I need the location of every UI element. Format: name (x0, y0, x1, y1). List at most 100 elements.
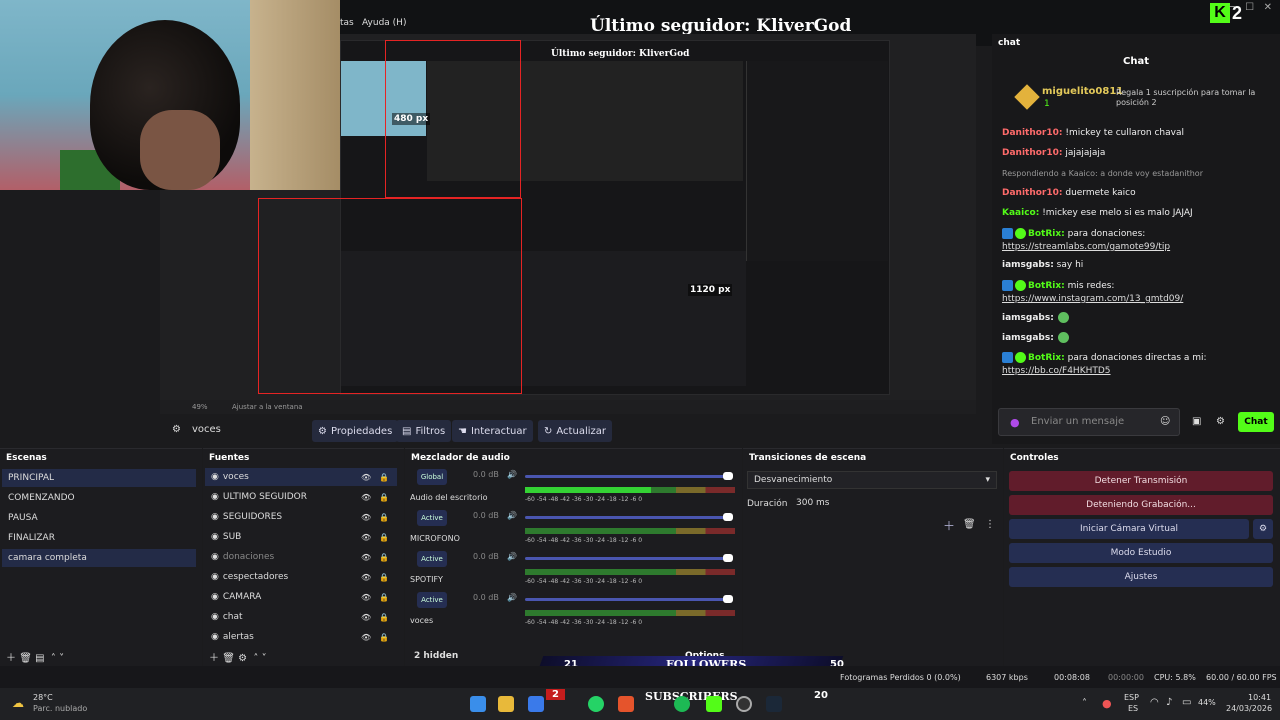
chat-username[interactable]: Danithor10: (1002, 148, 1063, 158)
eye-icon[interactable]: 👁 (361, 573, 371, 582)
speaker-icon[interactable]: 🔊 (507, 470, 517, 479)
eye-icon[interactable]: 👁 (361, 533, 371, 542)
chat-username[interactable]: iamsgabs: (1002, 333, 1054, 343)
chat-link[interactable]: https://www.instagram.com/13_gmtd09/ (1002, 294, 1183, 304)
chat-link[interactable]: https://streamlabs.com/gamote99/tip (1002, 242, 1170, 252)
mixer-mode-button[interactable]: Global (417, 469, 447, 485)
settings-icon[interactable]: ⚙ (1216, 416, 1225, 427)
chat-username[interactable]: BotRix: (1028, 281, 1065, 291)
source-item[interactable]: ◉ SEGUIDORES 👁 🔒 (205, 508, 397, 526)
battery-icon[interactable]: ▭ (1182, 697, 1191, 708)
gear-icon[interactable]: ⚙ (172, 424, 181, 435)
trash-icon[interactable]: 🗑 (963, 519, 976, 530)
chat-link[interactable]: https://bb.co/F4HKHTD5 (1002, 366, 1111, 376)
menu-icon[interactable]: ⋮ (985, 519, 995, 530)
volume-knob[interactable] (723, 472, 733, 480)
chat-username[interactable]: Kaaico: (1002, 208, 1039, 218)
trash-icon[interactable]: 🗑 (222, 653, 235, 664)
kick-icon[interactable] (706, 696, 722, 712)
menu-item-help[interactable]: Ayuda (H) (362, 18, 406, 28)
eye-icon[interactable]: 👁 (361, 593, 371, 602)
volume-knob[interactable] (723, 554, 733, 562)
lock-icon[interactable]: 🔒 (379, 513, 389, 522)
source-item[interactable]: ◉ voces 👁 🔒 (205, 468, 397, 486)
properties-button[interactable]: ⚙ Propiedades (312, 420, 399, 442)
wifi-icon[interactable]: ◠ (1150, 697, 1159, 708)
chat-send-button[interactable]: Chat (1238, 412, 1274, 432)
obs-icon[interactable] (736, 696, 752, 712)
lock-icon[interactable]: 🔒 (379, 573, 389, 582)
virtual-camera-button[interactable]: Iniciar Cámara Virtual (1009, 519, 1249, 539)
emoji-icon[interactable]: ☺ (1160, 416, 1170, 427)
scene-item[interactable]: COMENZANDO (2, 489, 196, 507)
gear-icon[interactable]: ⚙ (1253, 519, 1273, 539)
stop-streaming-button[interactable]: Detener Transmisión (1009, 471, 1273, 491)
zoom-level[interactable]: 49% (192, 403, 208, 411)
interact-button[interactable]: ☚ Interactuar (452, 420, 533, 442)
tray-arrow-icon[interactable]: ˄ (1082, 698, 1087, 709)
trash-icon[interactable]: 🗑 (19, 653, 32, 664)
brave-icon[interactable] (618, 696, 634, 712)
source-item[interactable]: ◉ alertas 👁 🔒 (205, 628, 397, 646)
chat-username[interactable]: iamsgabs: (1002, 260, 1054, 270)
lock-icon[interactable]: 🔒 (379, 493, 389, 502)
eye-icon[interactable]: 👁 (361, 633, 371, 642)
chat-username[interactable]: Danithor10: (1002, 128, 1063, 138)
hidden-count[interactable]: 2 hidden (414, 651, 458, 661)
eye-icon[interactable]: 👁 (361, 493, 371, 502)
gift-icon[interactable]: ▣ (1192, 416, 1201, 427)
filter-icon[interactable]: ▤ (35, 653, 44, 664)
eye-icon[interactable]: 👁 (361, 473, 371, 482)
add-icon[interactable]: ＋ (943, 517, 955, 534)
mixer-mode-button[interactable]: Active (417, 592, 447, 608)
mixer-mode-button[interactable]: Active (417, 551, 447, 567)
source-item[interactable]: ◉ SUB 👁 🔒 (205, 528, 397, 546)
chat-username[interactable]: iamsgabs: (1002, 313, 1054, 323)
volume-slider[interactable] (525, 475, 725, 478)
source-item[interactable]: ◉ chat 👁 🔒 (205, 608, 397, 626)
volume-knob[interactable] (723, 513, 733, 521)
refresh-button[interactable]: ↻ Actualizar (538, 420, 612, 442)
stop-recording-button[interactable]: Deteniendo Grabación... (1009, 495, 1273, 515)
lock-icon[interactable]: 🔒 (379, 633, 389, 642)
zoom-fit[interactable]: Ajustar a la ventana (232, 403, 303, 411)
duration-input[interactable]: 300 ms (791, 495, 997, 513)
down-icon[interactable]: ˅ (59, 653, 64, 664)
menu-item-tools[interactable]: tas (340, 18, 354, 28)
down-icon[interactable]: ˅ (262, 653, 267, 664)
volume-knob[interactable] (723, 595, 733, 603)
scene-item[interactable]: FINALIZAR (2, 529, 196, 547)
eye-icon[interactable]: 👁 (361, 513, 371, 522)
speaker-icon[interactable]: 🔊 (507, 593, 517, 602)
whatsapp-icon[interactable] (588, 696, 604, 712)
chat-username[interactable]: BotRix: (1028, 353, 1065, 363)
explorer-icon[interactable] (498, 696, 514, 712)
source-item[interactable]: ◉ ULTIMO SEGUIDOR 👁 🔒 (205, 488, 397, 506)
chat-username[interactable]: BotRix: (1028, 229, 1065, 239)
mixer-mode-button[interactable]: Active (417, 510, 447, 526)
clock[interactable]: 10:41 (1248, 693, 1271, 702)
lang-code[interactable]: ESP (1124, 693, 1139, 702)
mic-tray-icon[interactable]: ● (1102, 697, 1112, 710)
scene-item[interactable]: PAUSA (2, 509, 196, 527)
lock-icon[interactable]: 🔒 (379, 593, 389, 602)
weather-icon[interactable]: ☁ (12, 696, 24, 710)
start-icon[interactable] (470, 696, 486, 712)
chat-input[interactable]: Enviar un mensaje (998, 408, 1180, 436)
scene-item[interactable]: camara completa (2, 549, 196, 567)
up-icon[interactable]: ˄ (51, 653, 56, 664)
chat-username[interactable]: Danithor10: (1002, 188, 1063, 198)
speaker-icon[interactable]: ♪ (1166, 697, 1172, 708)
eye-icon[interactable]: 👁 (361, 613, 371, 622)
mail-icon[interactable] (528, 696, 544, 712)
filters-button[interactable]: ▤ Filtros (396, 420, 452, 442)
volume-slider[interactable] (525, 516, 725, 519)
speaker-icon[interactable]: 🔊 (507, 511, 517, 520)
mic-icon[interactable]: ● (1010, 416, 1020, 429)
lock-icon[interactable]: 🔒 (379, 613, 389, 622)
up-icon[interactable]: ˄ (253, 653, 258, 664)
add-icon[interactable]: ＋ (209, 653, 219, 664)
scene-item[interactable]: PRINCIPAL (2, 469, 196, 487)
studio-mode-button[interactable]: Modo Estudio (1009, 543, 1273, 563)
steam-icon[interactable] (766, 696, 782, 712)
